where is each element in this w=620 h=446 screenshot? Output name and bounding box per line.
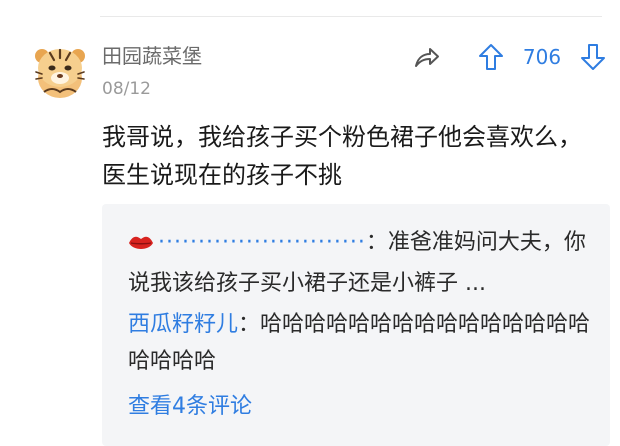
arrow-down-icon — [581, 44, 605, 70]
view-more-comments-link[interactable]: 查看4条评论 — [128, 392, 592, 422]
top-divider — [100, 16, 602, 17]
lips-icon — [128, 228, 154, 265]
downvote-button[interactable] — [576, 40, 610, 74]
username[interactable]: 田园蔬菜堡 — [102, 44, 202, 68]
post-text: 我哥说，我给孩子买个粉色裙子他会喜欢么，医生说现在的孩子不挑 — [102, 123, 582, 189]
post-date: 08/12 — [102, 79, 151, 99]
upvote-button[interactable] — [474, 40, 508, 74]
reply-separator: ： — [238, 312, 261, 337]
user-avatar[interactable] — [28, 38, 92, 102]
post-header: 田园蔬菜堡 08/12 — [102, 44, 202, 100]
share-arrow-icon — [415, 48, 439, 67]
reply-author[interactable]: ·························· — [158, 230, 366, 255]
reply-item[interactable]: 西瓜籽籽儿：哈哈哈哈哈哈哈哈哈哈哈哈哈哈哈哈哈哈哈 — [128, 306, 592, 380]
post-actions: 706 — [410, 40, 610, 74]
share-button[interactable] — [410, 40, 444, 74]
vote-count: 706 — [522, 45, 562, 69]
reply-item[interactable]: ··························：准爸准妈问大夫，你说我该给… — [128, 224, 592, 302]
arrow-up-icon — [479, 44, 503, 70]
reply-author[interactable]: 西瓜籽籽儿 — [128, 312, 238, 337]
reply-panel: ··························：准爸准妈问大夫，你说我该给… — [102, 204, 610, 446]
reply-separator: ： — [365, 230, 388, 255]
